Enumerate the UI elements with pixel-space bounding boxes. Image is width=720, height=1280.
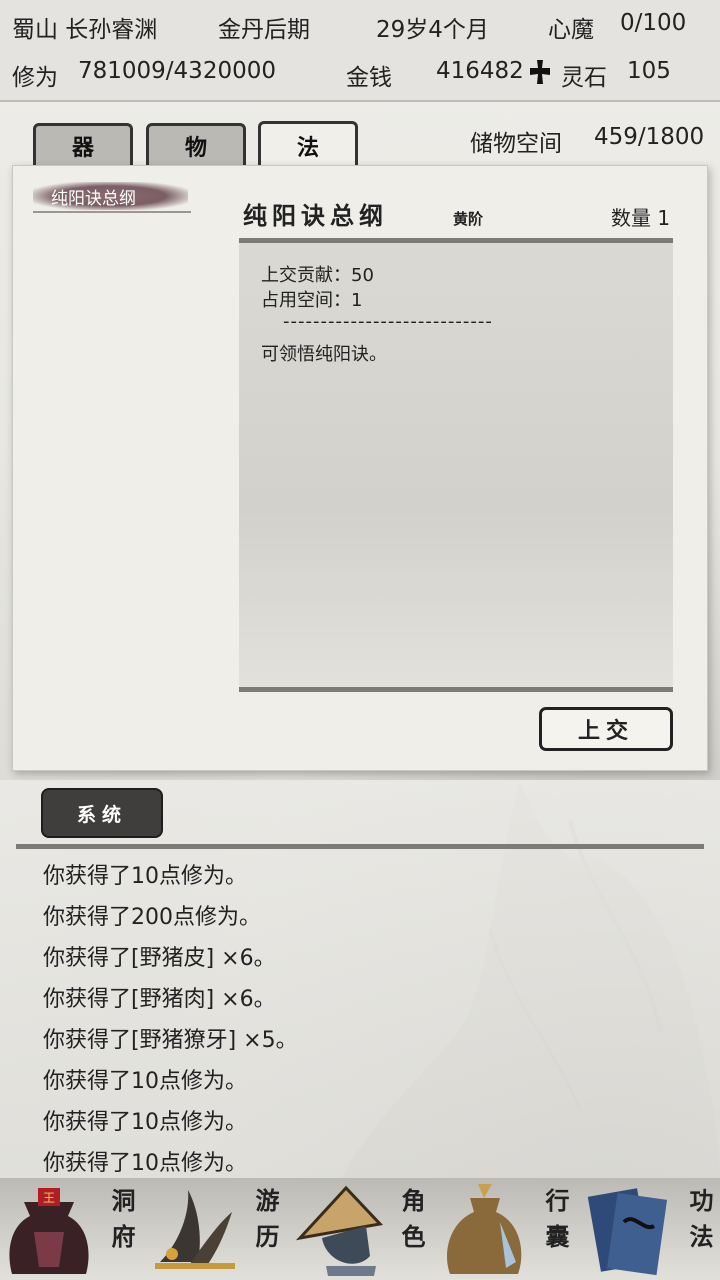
description-text: 可领悟纯阳诀。 — [261, 344, 387, 365]
log-message: 你获得了[野猪肉] ×6。 — [43, 987, 276, 1012]
svg-text:王: 王 — [43, 1191, 55, 1205]
tab-equipment[interactable]: 器 — [33, 123, 133, 165]
grass-icon — [155, 1190, 235, 1269]
bundle-bag-icon — [447, 1184, 522, 1274]
system-log-panel: 系统 你获得了10点修为。 你获得了200点修为。 你获得了[野猪皮] ×6。 … — [0, 780, 720, 1180]
log-message: 你获得了[野猪獠牙] ×5。 — [43, 1028, 298, 1053]
submit-button[interactable]: 上交 — [539, 707, 673, 751]
tab-techniques[interactable]: 法 — [258, 121, 358, 167]
money-value: 416482 — [436, 58, 524, 84]
money-label: 金钱 — [346, 65, 392, 91]
cultivation-value: 781009/4320000 — [78, 58, 276, 84]
log-message: 你获得了10点修为。 — [43, 1069, 247, 1094]
heart-demon-value: 0/100 — [620, 10, 687, 36]
item-title: 纯阳诀总纲 — [243, 201, 388, 230]
cultivation-label: 修为 — [12, 65, 58, 91]
separator: ---------------------------- — [283, 311, 493, 332]
storage-label: 储物空间 — [470, 131, 562, 157]
nav-label-cave: 洞府 — [107, 1188, 136, 1260]
list-item[interactable]: 纯阳诀总纲 — [33, 182, 191, 213]
log-message: 你获得了10点修为。 — [43, 864, 247, 889]
tab-items[interactable]: 物 — [146, 123, 246, 165]
bottom-nav: 王 洞府 游历 角色 行囊 功法 — [0, 1178, 720, 1280]
status-bar: 蜀山 长孙睿渊 金丹后期 29岁4个月 心魔 0/100 修为 781009/4… — [0, 0, 720, 102]
realm-text: 金丹后期 — [218, 17, 310, 43]
nav-label-techniques: 功法 — [685, 1188, 714, 1260]
age-text: 29岁4个月 — [376, 17, 489, 43]
spirit-stone-label: 灵石 — [561, 65, 607, 91]
storage-value: 459/1800 — [594, 124, 705, 150]
item-quantity: 数量 1 — [611, 206, 671, 230]
list-item-label: 纯阳诀总纲 — [51, 189, 136, 209]
straw-hat-icon — [296, 1185, 384, 1276]
log-message: 你获得了10点修为。 — [43, 1110, 247, 1135]
log-message: 你获得了10点修为。 — [43, 1151, 247, 1176]
nav-label-travel: 游历 — [251, 1188, 280, 1260]
nav-label-character: 角色 — [397, 1188, 426, 1260]
divider — [16, 844, 704, 849]
spirit-stone-value: 105 — [627, 58, 671, 84]
cave-bag-icon: 王 — [9, 1188, 89, 1274]
log-message: 你获得了200点修为。 — [43, 905, 261, 930]
item-panel: 纯阳诀总纲 纯阳诀总纲 黄阶 数量 1 上交贡献：50 占用空间：1 -----… — [12, 165, 708, 771]
contribution-text: 上交贡献：50 — [261, 265, 374, 286]
space-text: 占用空间：1 — [261, 290, 363, 311]
item-description-box: 上交贡献：50 占用空间：1 -------------------------… — [239, 238, 673, 692]
divider — [33, 211, 191, 213]
cross-icon — [530, 60, 550, 84]
log-message: 你获得了[野猪皮] ×6。 — [43, 946, 276, 971]
heart-demon-label: 心魔 — [548, 17, 594, 43]
books-icon — [587, 1188, 668, 1276]
nav-label-bag: 行囊 — [541, 1188, 570, 1260]
character-name: 蜀山 长孙睿渊 — [12, 17, 158, 43]
tab-system[interactable]: 系统 — [43, 790, 161, 836]
item-grade: 黄阶 — [453, 210, 484, 228]
